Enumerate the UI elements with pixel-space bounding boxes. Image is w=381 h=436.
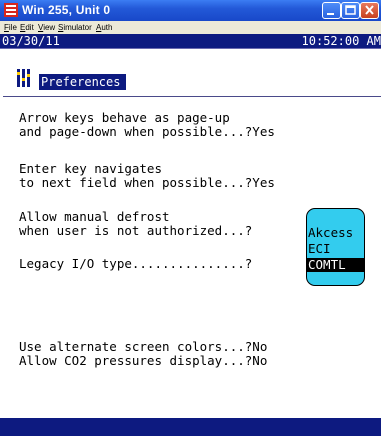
menu-view[interactable]: View (38, 23, 55, 32)
menu-simulator[interactable]: Simulator (58, 23, 92, 32)
close-icon (365, 5, 374, 15)
window-titlebar[interactable]: Win 255, Unit 0 (0, 0, 381, 21)
pref-enter-key-line2[interactable]: to next field when possible...?Yes (19, 176, 275, 190)
minimize-button[interactable] (322, 2, 341, 19)
status-row: 03/30/11 10:52:00 AM (0, 34, 381, 48)
preferences-icon (16, 68, 32, 88)
header-divider (0, 48, 381, 49)
status-time: 10:52:00 AM (301, 34, 381, 48)
title-divider (3, 96, 381, 97)
window-title: Win 255, Unit 0 (22, 3, 111, 17)
option-comtl[interactable]: COMTL (307, 258, 364, 272)
pref-manual-defrost-line2[interactable]: when user is not authorized...? (19, 224, 252, 238)
menu-bar: File Edit View Simulator Auth (0, 21, 381, 34)
status-date: 03/30/11 (2, 34, 60, 48)
page-title: Preferences (39, 74, 127, 90)
pref-legacy-io-type[interactable]: Legacy I/O type...............? (19, 257, 252, 271)
maximize-icon (345, 5, 356, 15)
minimize-icon (327, 13, 334, 15)
menu-file[interactable]: File (4, 23, 17, 32)
pref-enter-key-line1: Enter key navigates (19, 161, 162, 176)
menu-edit[interactable]: Edit (20, 23, 34, 32)
pref-arrow-keys-line2[interactable]: and page-down when possible...?Yes (19, 125, 275, 139)
option-akcess[interactable]: Akcess (307, 226, 364, 240)
menu-auth[interactable]: Auth (96, 23, 112, 32)
pref-co2-pressures[interactable]: Allow CO2 pressures display...?No (19, 354, 267, 368)
bottom-status-bar (0, 418, 381, 436)
close-button[interactable] (360, 2, 379, 19)
io-type-dropdown[interactable]: Akcess ECI COMTL (306, 208, 365, 286)
pref-manual-defrost-line1: Allow manual defrost (19, 209, 170, 224)
pref-arrow-keys-line1: Arrow keys behave as page-up (19, 110, 230, 125)
pref-alternate-colors[interactable]: Use alternate screen colors...?No (19, 340, 267, 354)
maximize-button[interactable] (341, 2, 360, 19)
option-eci[interactable]: ECI (307, 242, 364, 256)
app-icon (4, 3, 18, 17)
